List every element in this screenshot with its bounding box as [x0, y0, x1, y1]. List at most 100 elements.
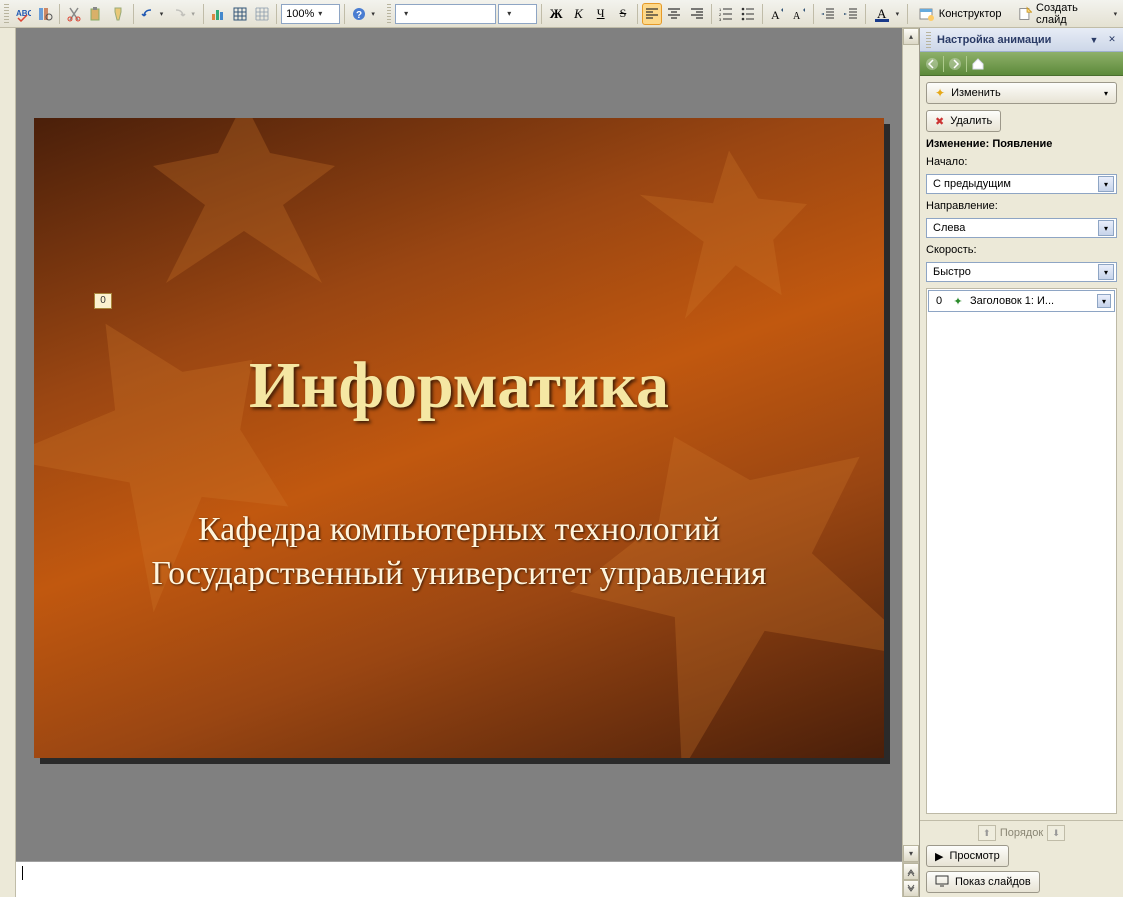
- move-down-button[interactable]: ⬇: [1047, 825, 1065, 841]
- redo-icon[interactable]: [169, 3, 189, 25]
- speed-select[interactable]: Быстро ▾: [926, 262, 1117, 282]
- decrease-font-button[interactable]: A: [789, 3, 809, 25]
- chevron-down-icon: ▾: [400, 9, 412, 18]
- animation-order-badge[interactable]: 0: [94, 293, 112, 309]
- nav-back-button[interactable]: [923, 55, 941, 73]
- preview-label: Просмотр: [949, 850, 999, 862]
- next-slide-button[interactable]: [903, 880, 919, 897]
- spellcheck-icon[interactable]: ABC: [13, 3, 33, 25]
- reorder-controls: ⬆ Порядок ⬇: [926, 825, 1117, 841]
- task-pane-close[interactable]: ✕: [1105, 33, 1119, 47]
- subtitle-line-1: Кафедра компьютерных технологий: [198, 511, 720, 548]
- main-toolbar: ABC ▾ ▾ 100% ▾ ? ▾ ▾ ▾ Ж К Ч S 123 A A А…: [0, 0, 1123, 28]
- new-slide-button-label: Создать слайд: [1036, 2, 1105, 26]
- slide-title[interactable]: Информатика: [34, 348, 884, 424]
- prev-slide-button[interactable]: [903, 863, 919, 880]
- bullet-list-button[interactable]: [738, 3, 758, 25]
- undo-dropdown[interactable]: ▾: [160, 10, 167, 18]
- remove-effect-label: Удалить: [950, 115, 992, 127]
- font-color-dropdown[interactable]: ▾: [896, 10, 903, 18]
- cut-icon[interactable]: [64, 3, 84, 25]
- scroll-up-button[interactable]: ▴: [903, 28, 919, 45]
- scroll-down-button[interactable]: ▾: [903, 845, 919, 862]
- direction-label: Направление:: [926, 200, 1117, 212]
- help-icon[interactable]: ?: [349, 3, 369, 25]
- separator: [203, 4, 204, 24]
- direction-select[interactable]: Слева ▾: [926, 218, 1117, 238]
- chevron-down-icon[interactable]: ▾: [1097, 294, 1111, 308]
- animation-list[interactable]: 0 ✦ Заголовок 1: И... ▾: [926, 288, 1117, 814]
- numbered-list-button[interactable]: 123: [716, 3, 736, 25]
- align-center-button[interactable]: [664, 3, 684, 25]
- outline-pane-collapsed[interactable]: [0, 28, 16, 897]
- new-slide-icon: [1018, 6, 1033, 22]
- separator: [59, 4, 60, 24]
- task-pane-nav: [920, 52, 1123, 76]
- svg-text:3: 3: [719, 17, 722, 22]
- shadow-button[interactable]: S: [613, 3, 633, 25]
- start-select[interactable]: С предыдущим ▾: [926, 174, 1117, 194]
- notes-pane[interactable]: [16, 861, 902, 897]
- subtitle-line-2: Государственный университет управления: [151, 555, 766, 592]
- bold-button[interactable]: Ж: [546, 3, 566, 25]
- nav-home-button[interactable]: [969, 55, 987, 73]
- slide-editor[interactable]: 0 Информатика Кафедра компьютерных техно…: [16, 28, 902, 861]
- undo-icon[interactable]: [138, 3, 158, 25]
- toolbar-overflow-2[interactable]: ▾: [1114, 10, 1121, 18]
- italic-button[interactable]: К: [568, 3, 588, 25]
- nav-sep: [943, 56, 944, 72]
- table-icon[interactable]: [230, 3, 250, 25]
- separator: [344, 4, 345, 24]
- slideshow-label: Показ слайдов: [955, 876, 1031, 888]
- design-icon: [919, 6, 935, 22]
- underline-button[interactable]: Ч: [591, 3, 611, 25]
- format-painter-icon[interactable]: [108, 3, 128, 25]
- vertical-scrollbar[interactable]: ▴ ▾: [902, 28, 919, 897]
- task-pane-dropdown[interactable]: ▼: [1087, 33, 1101, 47]
- research-icon[interactable]: [35, 3, 55, 25]
- toolbar-grip[interactable]: [4, 4, 9, 24]
- animation-list-item[interactable]: 0 ✦ Заголовок 1: И... ▾: [928, 290, 1115, 312]
- zoom-combo[interactable]: 100% ▾: [281, 4, 340, 24]
- preview-button[interactable]: ▶ Просмотр: [926, 845, 1009, 867]
- separator: [711, 4, 712, 24]
- redo-dropdown[interactable]: ▾: [191, 10, 198, 18]
- reorder-label: Порядок: [1000, 827, 1043, 839]
- align-right-button[interactable]: [686, 3, 706, 25]
- pane-grip[interactable]: [926, 32, 931, 48]
- decrease-indent-button[interactable]: [818, 3, 838, 25]
- toolbar-grip[interactable]: [387, 4, 392, 24]
- design-button[interactable]: Конструктор: [912, 3, 1009, 25]
- remove-effect-button[interactable]: ✖ Удалить: [926, 110, 1001, 132]
- chart-icon[interactable]: [208, 3, 228, 25]
- align-left-button[interactable]: [642, 3, 662, 25]
- task-pane-title: Настройка анимации: [937, 34, 1083, 46]
- new-slide-button[interactable]: Создать слайд: [1011, 3, 1112, 25]
- slideshow-button[interactable]: Показ слайдов: [926, 871, 1040, 893]
- chevron-down-icon: ▾: [1104, 89, 1108, 98]
- chevron-down-icon: ▾: [1098, 176, 1114, 192]
- grid-icon[interactable]: [252, 3, 272, 25]
- slide-canvas[interactable]: 0 Информатика Кафедра компьютерных техно…: [34, 118, 884, 758]
- font-size-combo[interactable]: ▾: [498, 4, 537, 24]
- delete-icon: ✖: [935, 115, 944, 128]
- paste-icon[interactable]: [86, 3, 106, 25]
- start-label: Начало:: [926, 156, 1117, 168]
- play-icon: ▶: [935, 850, 943, 863]
- toolbar-overflow[interactable]: ▾: [371, 10, 378, 18]
- nav-forward-button[interactable]: [946, 55, 964, 73]
- change-effect-button[interactable]: ✦ Изменить ▾: [926, 82, 1117, 104]
- anim-item-text: Заголовок 1: И...: [970, 295, 1092, 307]
- increase-font-button[interactable]: A: [767, 3, 787, 25]
- text-cursor: [22, 866, 23, 880]
- separator: [762, 4, 763, 24]
- scroll-track[interactable]: [903, 45, 919, 845]
- speed-label: Скорость:: [926, 244, 1117, 256]
- slide-subtitle[interactable]: Кафедра компьютерных технологий Государс…: [94, 508, 824, 596]
- effect-section-label: Изменение: Появление: [926, 138, 1117, 150]
- font-color-button[interactable]: А: [870, 3, 894, 25]
- font-name-combo[interactable]: ▾: [395, 4, 496, 24]
- increase-indent-button[interactable]: [841, 3, 861, 25]
- zoom-value: 100%: [286, 8, 314, 20]
- move-up-button[interactable]: ⬆: [978, 825, 996, 841]
